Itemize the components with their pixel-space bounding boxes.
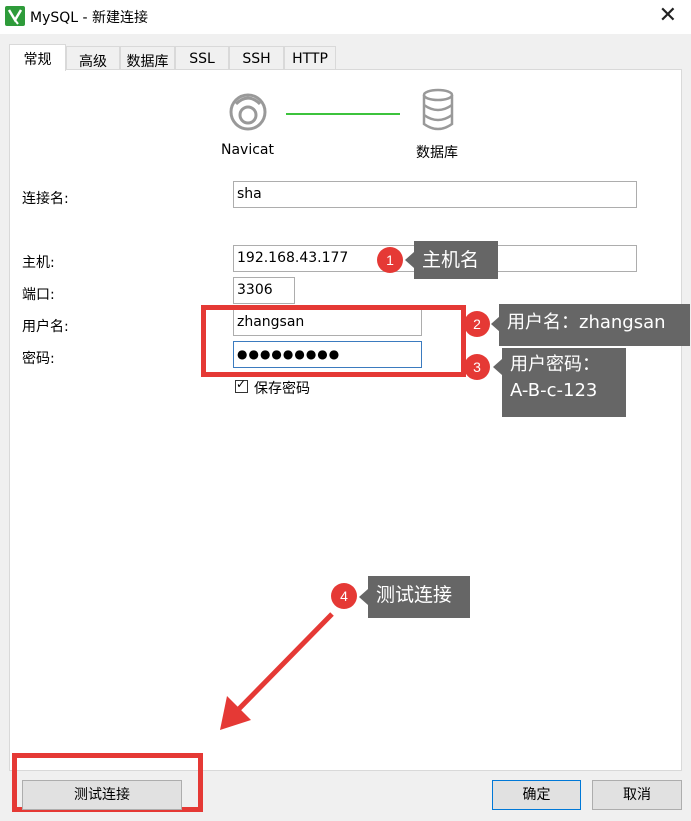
tab-general[interactable]: 常规	[9, 44, 66, 71]
annotation-arrow	[220, 612, 334, 730]
test-connection-button[interactable]: 测试连接	[22, 780, 182, 810]
cancel-button[interactable]: 取消	[592, 780, 682, 810]
ok-button[interactable]: 确定	[492, 780, 581, 810]
